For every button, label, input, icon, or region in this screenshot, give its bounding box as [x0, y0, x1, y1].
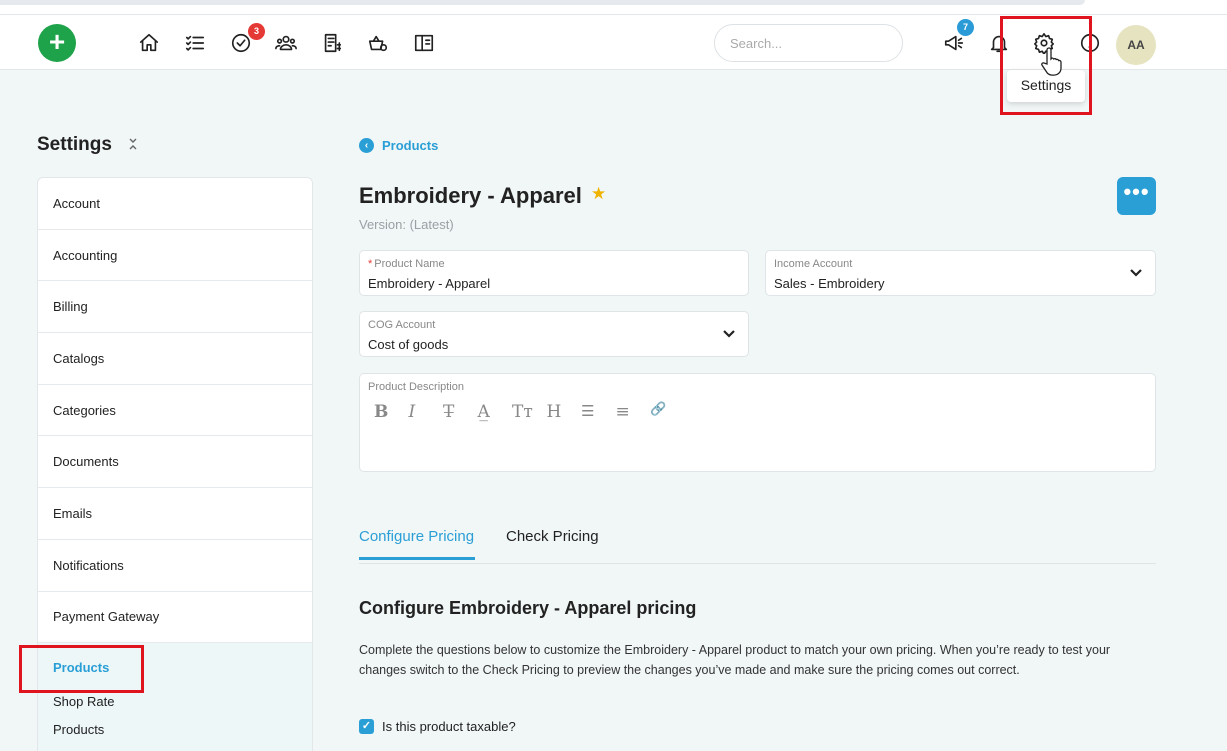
link-icon[interactable]: 🔗: [650, 402, 685, 422]
announcements-badge: 7: [957, 19, 974, 36]
invoices-icon[interactable]: [320, 31, 344, 55]
font-color-icon[interactable]: A̲: [478, 402, 513, 422]
product-name-label: * Product Name: [368, 258, 445, 270]
tab-configure-pricing[interactable]: Configure Pricing: [359, 528, 475, 560]
version-label: Version: (Latest): [359, 217, 454, 232]
sidebar-item-account[interactable]: Account: [38, 178, 312, 230]
taxable-label: Is this product taxable?: [382, 719, 516, 734]
sidebar-item-emails[interactable]: Emails: [38, 488, 312, 540]
sidebar-item-products-label[interactable]: Products: [53, 660, 297, 675]
cog-account-select[interactable]: COG Account Cost of goods: [359, 311, 749, 357]
income-account-select[interactable]: Income Account Sales - Embroidery: [765, 250, 1156, 296]
sidebar-item-accounting[interactable]: Accounting: [38, 230, 312, 282]
browser-scroll-bar: [0, 0, 1085, 5]
numbered-list-icon[interactable]: ≡: [616, 402, 651, 422]
sidebar-subitem-products[interactable]: Products: [53, 722, 297, 737]
breadcrumb[interactable]: ‹ Products: [359, 138, 438, 153]
back-chevron-icon[interactable]: ‹: [359, 138, 374, 153]
hand-cursor-icon: [1041, 47, 1062, 76]
sidebar-item-billing[interactable]: Billing: [38, 281, 312, 334]
section-description: Complete the questions below to customiz…: [359, 643, 1111, 677]
page-title: Embroidery - Apparel: [359, 183, 582, 208]
chevron-down-icon[interactable]: [1129, 265, 1143, 279]
tab-check-pricing[interactable]: Check Pricing: [506, 528, 599, 545]
home-icon[interactable]: [137, 31, 161, 55]
rich-text-toolbar: B I T̶ A̲ Tт H ☰ ≡ 🔗: [374, 402, 685, 422]
sidebar-item-payment-gateway[interactable]: Payment Gateway: [38, 592, 312, 644]
check-circle-icon[interactable]: 3: [229, 23, 265, 55]
bullet-list-icon[interactable]: ☰: [581, 402, 616, 422]
collapse-icon[interactable]: [127, 137, 139, 154]
browser-strip: [0, 0, 1227, 14]
settings-heading: Settings: [37, 134, 112, 155]
search-input[interactable]: [714, 24, 903, 62]
product-description-label: Product Description: [368, 381, 464, 393]
sidebar-item-documents[interactable]: Documents: [38, 436, 312, 489]
heading-icon[interactable]: H: [547, 402, 582, 422]
tasks-badge: 3: [248, 23, 265, 40]
chevron-down-icon[interactable]: [722, 326, 736, 340]
task-list-icon[interactable]: [183, 31, 207, 55]
cog-account-label: COG Account: [368, 319, 436, 331]
strikethrough-icon[interactable]: T̶: [443, 402, 478, 422]
taxable-checkbox-row[interactable]: ✓ Is this product taxable?: [359, 719, 516, 734]
shop-basket-icon[interactable]: [366, 31, 390, 55]
customers-icon[interactable]: [274, 31, 298, 55]
breadcrumb-products[interactable]: Products: [382, 138, 438, 153]
font-size-icon[interactable]: Tт: [512, 402, 547, 422]
cog-account-value: Cost of goods: [368, 337, 449, 352]
taxable-checkbox[interactable]: ✓: [359, 719, 374, 734]
more-actions-button[interactable]: •••: [1117, 177, 1156, 215]
pricing-tabs: Configure Pricing Check Pricing: [359, 528, 1156, 564]
add-new-button[interactable]: +: [38, 24, 76, 62]
sidebar-item-notifications[interactable]: Notifications: [38, 540, 312, 592]
product-description-editor[interactable]: Product Description B I T̶ A̲ Tт H ☰ ≡ 🔗: [359, 373, 1156, 472]
income-account-label: Income Account: [774, 258, 853, 270]
catalog-book-icon[interactable]: [412, 31, 436, 55]
sidebar-item-catalogs[interactable]: Catalogs: [38, 333, 312, 385]
megaphone-icon[interactable]: 7: [942, 19, 974, 55]
help-icon[interactable]: [1078, 31, 1102, 55]
sidebar-item-products: Products Shop Rate Products: [38, 643, 312, 751]
section-title: Configure Embroidery - Apparel pricing: [359, 598, 697, 618]
italic-icon[interactable]: I: [409, 402, 444, 422]
income-account-value: Sales - Embroidery: [774, 276, 885, 291]
product-name-field[interactable]: * Product Name Embroidery - Apparel: [359, 250, 749, 296]
settings-sidebar: Account Accounting Billing Catalogs Cate…: [37, 177, 313, 751]
bell-icon[interactable]: [987, 31, 1011, 55]
sidebar-subitem-shop-rate[interactable]: Shop Rate: [53, 694, 297, 709]
bold-icon[interactable]: B: [374, 402, 409, 422]
star-icon[interactable]: ★: [591, 184, 606, 204]
sidebar-item-categories[interactable]: Categories: [38, 385, 312, 437]
product-name-value: Embroidery - Apparel: [368, 276, 491, 291]
user-avatar[interactable]: AA: [1116, 25, 1156, 65]
